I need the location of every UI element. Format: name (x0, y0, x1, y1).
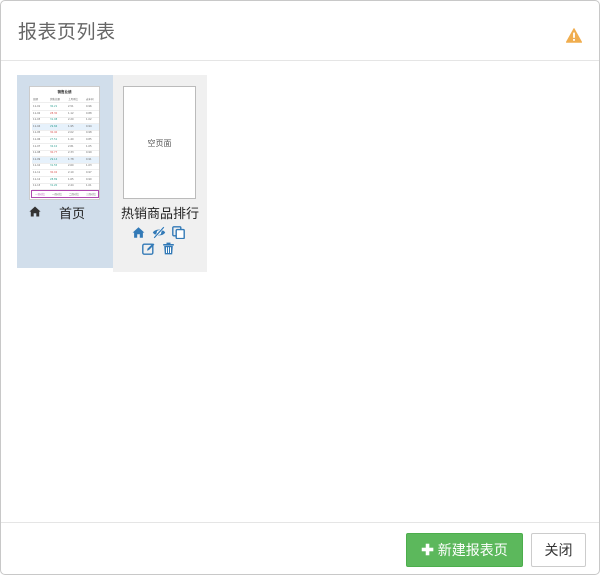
thumbnail-cell: 0.98 (86, 131, 92, 135)
thumbnail-cell: 0.88 (86, 111, 92, 115)
thumbnail-table-title: 销售业绩 (57, 90, 72, 94)
thumbnail-cell: 2.33 (68, 151, 74, 155)
thumbnail-cell: 11-12 (33, 177, 41, 181)
thumbnail-cell: 11-04 (33, 124, 41, 128)
thumbnail-cell: 1.65 (68, 177, 74, 181)
thumbnail-header-row: 日期 销售总额 上月环比 去年同 (32, 96, 99, 103)
dialog-footer: ✚ 新建报表页 关闭 (1, 522, 599, 574)
thumbnail-cell: 2.60 (68, 164, 74, 168)
thumbnail-tab: 一周对比 (52, 193, 63, 196)
thumbnail-tab: 三周对比 (86, 193, 97, 196)
thumbnail-cell: 31.55 (50, 164, 58, 168)
page-card-label: 热销商品排行 (120, 207, 199, 222)
thumbnail-cell: 32.10 (50, 144, 58, 148)
thumbnail-cell: 0.85 (86, 138, 92, 141)
thumbnail-cell: 28.89 (50, 177, 58, 181)
thumbnail-cell: 30.02 (50, 171, 58, 174)
thumbnail-cell: 11-05 (33, 131, 41, 135)
thumbnail-cell: 30.77 (50, 151, 58, 155)
plus-icon: ✚ (421, 542, 434, 559)
thumbnail-cell: 0.97 (86, 171, 92, 174)
thumbnail-col-header: 日期 (33, 98, 39, 101)
new-report-page-label: 新建报表页 (437, 542, 508, 558)
thumbnail-cell: 11-09 (33, 157, 41, 161)
thumbnail-cell: 2.10 (68, 171, 74, 174)
report-page-list-dialog: 报表页列表 销售业绩 日期 销售总额 上月环比 去年同 11-01 30.21 2.… (0, 0, 600, 575)
thumbnail-cell: 1.40 (68, 138, 74, 141)
thumbnail-col-header: 去年同 (86, 98, 94, 101)
new-report-page-button[interactable]: ✚ 新建报表页 (406, 533, 523, 567)
close-button[interactable]: 关闭 (531, 533, 586, 567)
page-card-label: 首页 (59, 207, 86, 222)
thumbnail-cell: 31.08 (50, 118, 58, 122)
thumbnail-cell: 0.91 (86, 157, 92, 161)
thumbnail-cell: 1.12 (68, 111, 74, 115)
hide-eye-icon[interactable] (152, 226, 166, 239)
thumbnail-cell: 11-02 (33, 111, 41, 115)
warning-icon[interactable] (566, 28, 582, 43)
thumbnail-cell: 11-08 (33, 151, 41, 155)
set-home-icon[interactable] (132, 226, 145, 239)
thumbnail-cell: 2.81 (68, 144, 74, 148)
thumbnail-cell: 1.03 (86, 164, 92, 168)
delete-icon[interactable] (162, 242, 175, 255)
thumbnail-cell: 2.51 (68, 105, 74, 108)
thumbnail-cell: 29.66 (50, 124, 58, 128)
thumbnail-cell: 27.51 (50, 138, 58, 141)
dialog-body: 销售业绩 日期 销售总额 上月环比 去年同 11-01 30.21 2.51 0.96… (1, 62, 599, 522)
thumbnail-col-header: 销售总额 (50, 98, 61, 101)
thumbnail-cell: 29.14 (50, 157, 58, 161)
thumbnail-cell: 1.05 (86, 144, 92, 148)
thumbnail-tabs: 一日对比 一周对比 二周对比 三周对比 (31, 190, 99, 198)
thumbnail-cell: 11-01 (33, 105, 41, 108)
thumbnail-cell: 1.02 (86, 118, 92, 122)
thumbnail-cell: 11-13 (33, 184, 41, 188)
thumbnail-cell: 1.01 (86, 184, 92, 188)
thumbnail-cell: 11-03 (33, 118, 41, 122)
thumbnail-cell: 1.95 (68, 124, 74, 128)
page-card-hot-products[interactable]: 空页面 热销商品排行 (113, 75, 207, 272)
dialog-title: 报表页列表 (18, 21, 116, 43)
thumbnail-cell: 2.44 (68, 184, 74, 188)
thumbnail-cell: 30.40 (50, 131, 58, 135)
thumbnail-tab: 二周对比 (69, 193, 80, 196)
thumbnail-cell: 28.30 (50, 111, 58, 115)
thumbnail-tab: 一日对比 (35, 193, 46, 196)
thumbnail-cell: 2.20 (68, 118, 74, 122)
thumbnail-cell: 30.21 (50, 105, 58, 108)
thumbnail-col-header: 上月环比 (68, 98, 79, 101)
dialog-header: 报表页列表 (1, 1, 599, 61)
thumbnail-cell: 11-10 (33, 164, 41, 168)
thumbnail-cell: 31.20 (50, 184, 58, 188)
copy-icon[interactable] (172, 226, 185, 239)
thumbnail-cell: 11-06 (33, 138, 41, 141)
thumbnail-cell: 0.96 (86, 105, 92, 108)
thumbnail-cell: 0.99 (86, 151, 92, 155)
page-card-home[interactable]: 销售业绩 日期 销售总额 上月环比 去年同 11-01 30.21 2.51 0.96… (17, 75, 113, 268)
thumbnail-cell: 0.94 (86, 124, 92, 128)
thumbnail-cell: 11-07 (33, 144, 41, 148)
home-icon (29, 206, 41, 217)
thumbnail-cell: 2.02 (68, 131, 74, 135)
thumbnail-cell: 11-11 (33, 171, 41, 174)
page-thumbnail[interactable]: 销售业绩 日期 销售总额 上月环比 去年同 11-01 30.21 2.51 0.96… (29, 86, 100, 200)
thumbnail-cell: 0.90 (86, 177, 92, 181)
page-thumbnail[interactable]: 空页面 (123, 86, 196, 199)
edit-icon[interactable] (142, 242, 155, 255)
thumbnail-cell: 1.78 (68, 157, 74, 161)
empty-page-label: 空页面 (147, 139, 172, 148)
